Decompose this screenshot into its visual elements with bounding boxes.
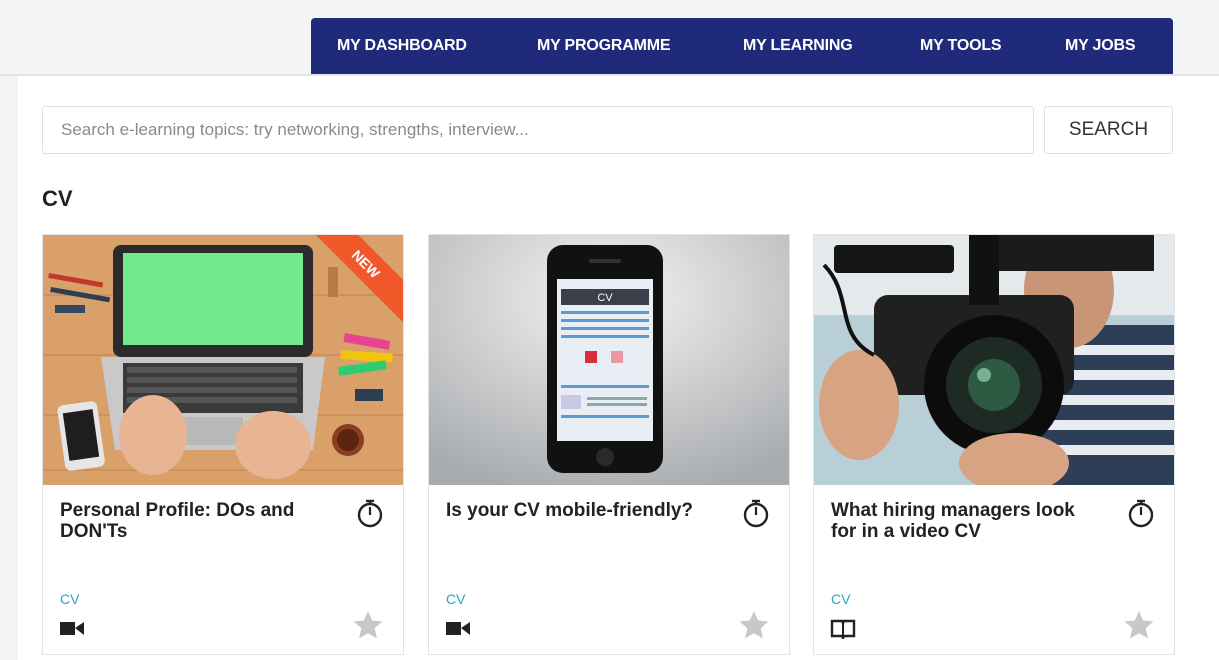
main-navigation: MY DASHBOARD MY PROGRAMME MY LEARNING MY… — [311, 18, 1173, 74]
stopwatch-icon — [357, 499, 383, 528]
nav-item-learning[interactable]: MY LEARNING — [743, 18, 853, 74]
card-category[interactable]: CV — [446, 591, 465, 607]
stopwatch-icon — [1128, 499, 1154, 528]
phone-screen-label: CV — [597, 292, 613, 304]
favorite-star-icon[interactable] — [1123, 609, 1155, 641]
favorite-star-icon[interactable] — [352, 609, 384, 641]
card-title[interactable]: Personal Profile: DOs and DON'Ts — [60, 500, 332, 542]
nav-item-tools[interactable]: MY TOOLS — [920, 18, 1002, 74]
course-card[interactable]: What hiring managers look for in a video… — [813, 234, 1175, 655]
video-camera-operator-photo[interactable] — [814, 235, 1174, 485]
card-title[interactable]: What hiring managers look for in a video… — [831, 500, 1103, 542]
favorite-star-icon[interactable] — [738, 609, 770, 641]
video-camera-icon — [446, 622, 470, 635]
stopwatch-icon — [743, 499, 769, 528]
course-card[interactable]: NEW Personal Profile: DOs and DON'Ts CV — [42, 234, 404, 655]
nav-item-programme[interactable]: MY PROGRAMME — [537, 18, 671, 74]
laptop-desk-photo[interactable]: NEW — [43, 235, 403, 485]
header-divider — [0, 74, 1219, 76]
card-category[interactable]: CV — [60, 591, 79, 607]
book-icon — [830, 619, 856, 639]
section-title: CV — [42, 186, 73, 211]
card-title[interactable]: Is your CV mobile-friendly? — [446, 500, 718, 521]
nav-item-dashboard[interactable]: MY DASHBOARD — [337, 18, 467, 74]
nav-item-jobs[interactable]: MY JOBS — [1065, 18, 1136, 74]
course-card[interactable]: CV Is your CV mobile-friendly? CV — [428, 234, 790, 655]
video-camera-icon — [60, 622, 84, 635]
smartphone-cv-photo[interactable]: CV — [429, 235, 789, 485]
search-input[interactable] — [42, 106, 1034, 154]
card-category[interactable]: CV — [831, 591, 850, 607]
search-button[interactable]: SEARCH — [1044, 106, 1173, 154]
page-side-strip — [0, 76, 18, 660]
